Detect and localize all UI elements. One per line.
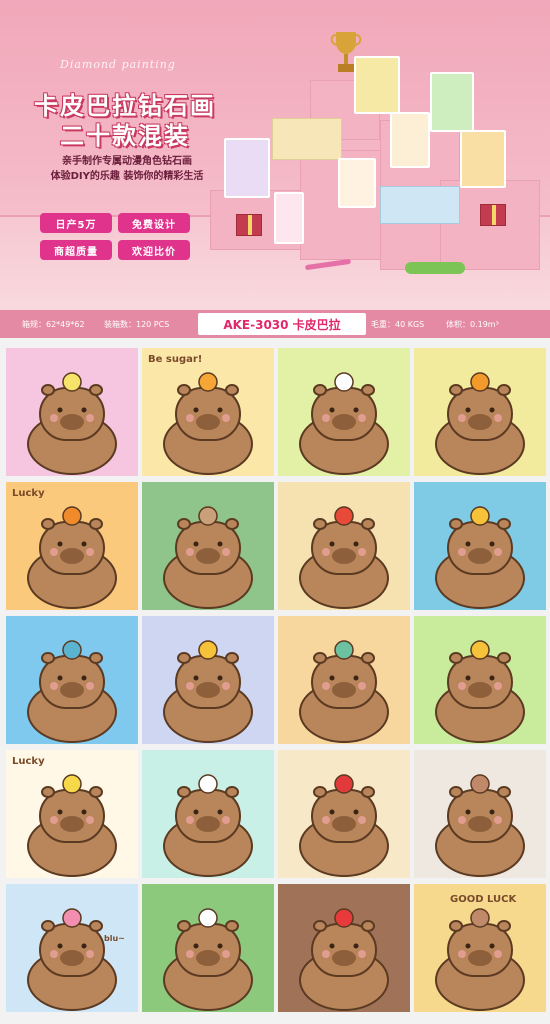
painting-tile-16[interactable] xyxy=(414,750,546,878)
painting-tile-14[interactable] xyxy=(142,750,274,878)
painting-grid: Be sugar! Lucky Lucky blu~ GOOD LUCK xyxy=(0,338,550,1024)
painting-tile-19[interactable] xyxy=(278,884,410,1012)
painting-tile-8[interactable] xyxy=(414,482,546,610)
spec-bar: 箱规：62*49*62 装箱数：120 PCS AKE-3030 卡皮巴拉 毛重… xyxy=(0,310,550,338)
painting-tile-13[interactable]: Lucky xyxy=(6,750,138,878)
capybara-illustration xyxy=(27,640,117,743)
capybara-illustration xyxy=(299,640,389,743)
capybara-illustration xyxy=(299,506,389,609)
painting-caption: GOOD LUCK xyxy=(450,894,517,905)
badge-compare: 欢迎比价 xyxy=(118,240,190,260)
hero-subtitle-line2: 体验DIY的乐趣 装饰你的精彩生活 xyxy=(50,171,204,182)
brand-script: Diamond painting xyxy=(60,58,176,71)
capybara-illustration xyxy=(27,908,117,1011)
capybara-illustration xyxy=(435,506,525,609)
badge-quality: 商超质量 xyxy=(40,240,112,260)
hero-banner: Diamond painting 卡皮巴拉钻石画 二十款混装 亲手制作专属动漫角… xyxy=(0,0,550,310)
capybara-illustration xyxy=(163,908,253,1011)
painting-tile-20[interactable]: GOOD LUCK xyxy=(414,884,546,1012)
capybara-illustration xyxy=(163,372,253,475)
painting-tile-1[interactable] xyxy=(6,348,138,476)
painting-tile-9[interactable] xyxy=(6,616,138,744)
painting-tile-11[interactable] xyxy=(278,616,410,744)
painting-tile-5[interactable]: Lucky xyxy=(6,482,138,610)
painting-tile-2[interactable]: Be sugar! xyxy=(142,348,274,476)
capybara-illustration xyxy=(163,774,253,877)
painting-tile-6[interactable] xyxy=(142,482,274,610)
capybara-illustration xyxy=(435,774,525,877)
badge-daily-output: 日产5万 xyxy=(40,213,112,233)
capybara-illustration xyxy=(163,506,253,609)
capybara-illustration xyxy=(435,640,525,743)
badge-free-design: 免费设计 xyxy=(118,213,190,233)
painting-caption: Lucky xyxy=(12,756,45,767)
spec-volume: 体积：0.19m³ xyxy=(446,320,499,329)
capybara-illustration xyxy=(27,506,117,609)
painting-tile-18[interactable] xyxy=(142,884,274,1012)
capybara-illustration xyxy=(299,372,389,475)
capybara-illustration xyxy=(299,908,389,1011)
painting-tile-15[interactable] xyxy=(278,750,410,878)
capybara-illustration xyxy=(27,774,117,877)
capybara-illustration xyxy=(435,372,525,475)
painting-caption: Lucky xyxy=(12,488,45,499)
painting-tile-12[interactable] xyxy=(414,616,546,744)
capybara-illustration xyxy=(163,640,253,743)
capybara-illustration xyxy=(27,372,117,475)
painting-caption: blu~ xyxy=(104,934,125,943)
spec-box-size: 箱规：62*49*62 xyxy=(22,320,85,329)
painting-tile-4[interactable] xyxy=(414,348,546,476)
spec-weight: 毛重：40 KGS xyxy=(371,320,425,329)
painting-tile-17[interactable]: blu~ xyxy=(6,884,138,1012)
painting-tile-7[interactable] xyxy=(278,482,410,610)
painting-tile-10[interactable] xyxy=(142,616,274,744)
spec-pcs-per-box: 装箱数：120 PCS xyxy=(104,320,170,329)
hero-subtitle-line1: 亲手制作专属动漫角色钻石画 xyxy=(62,156,192,167)
capybara-illustration xyxy=(299,774,389,877)
hero-title-line2: 二十款混装 xyxy=(60,122,190,150)
painting-caption: Be sugar! xyxy=(148,354,203,365)
model-label: AKE-3030 卡皮巴拉 xyxy=(198,313,366,335)
trophy-icon xyxy=(330,32,362,72)
painting-tile-3[interactable] xyxy=(278,348,410,476)
